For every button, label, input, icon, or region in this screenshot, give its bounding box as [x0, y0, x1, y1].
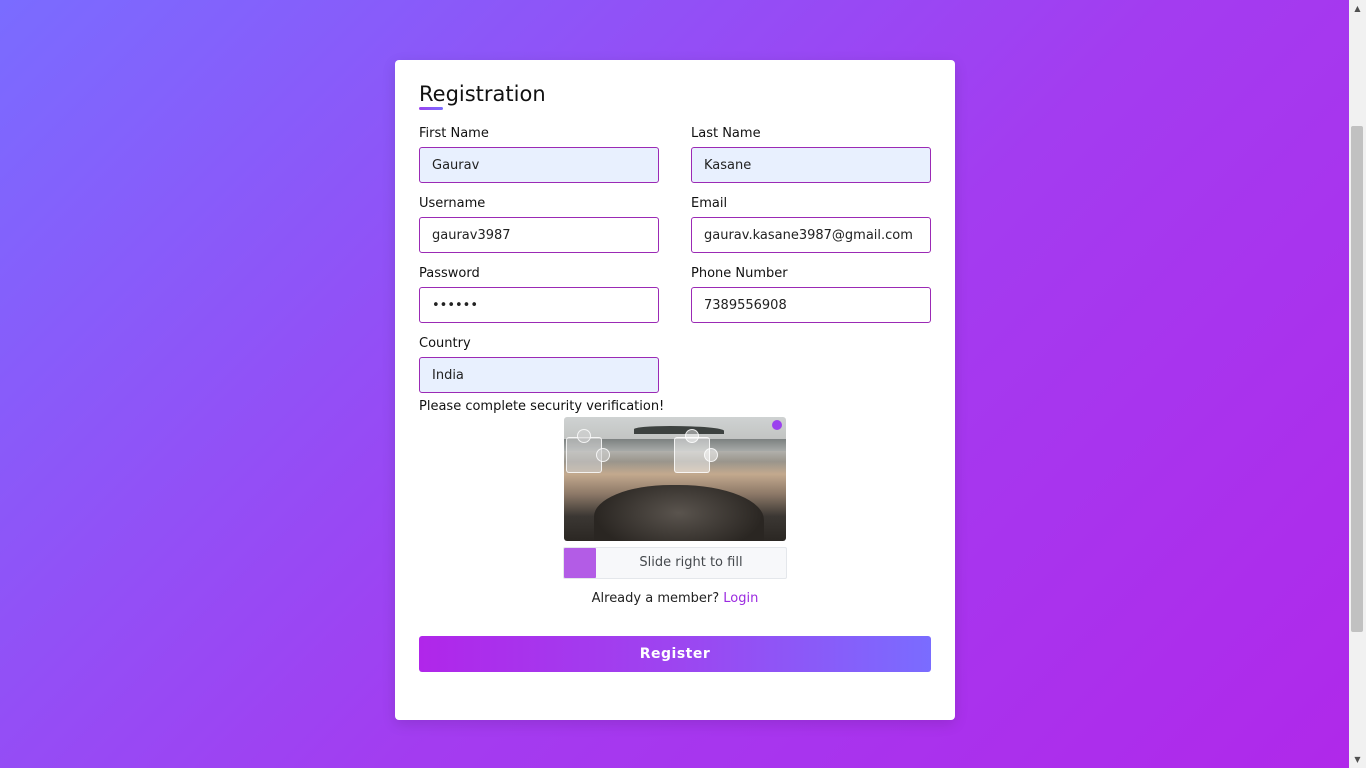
title-underline [419, 107, 443, 110]
last-name-group: Last Name [691, 126, 931, 183]
first-name-group: First Name [419, 126, 659, 183]
country-label: Country [419, 336, 471, 351]
login-link[interactable]: Login [723, 591, 758, 606]
captcha-rock [594, 485, 764, 541]
register-button[interactable]: Register [419, 636, 931, 672]
username-label: Username [419, 196, 486, 211]
phone-group: Phone Number [691, 266, 931, 323]
scroll-down-arrow-icon[interactable]: ▼ [1349, 751, 1366, 768]
captcha-slider[interactable]: Slide right to fill [563, 547, 787, 579]
email-group: Email [691, 196, 931, 253]
first-name-input[interactable] [419, 147, 659, 183]
country-group: Country [419, 336, 659, 393]
password-group: Password [419, 266, 659, 323]
security-verification-message: Please complete security verification! [419, 399, 665, 414]
slider-handle[interactable] [564, 548, 596, 578]
phone-label: Phone Number [691, 266, 788, 281]
last-name-input[interactable] [691, 147, 931, 183]
password-input[interactable] [419, 287, 659, 323]
scroll-thumb[interactable] [1351, 126, 1363, 632]
country-input[interactable] [419, 357, 659, 393]
email-label: Email [691, 196, 728, 211]
password-label: Password [419, 266, 480, 281]
refresh-icon[interactable] [772, 420, 782, 430]
last-name-label: Last Name [691, 126, 761, 141]
registration-card: Registration First Name Last Name Userna… [395, 60, 955, 720]
member-prompt-text: Already a member? [591, 591, 720, 606]
scroll-up-arrow-icon[interactable]: ▲ [1349, 0, 1366, 17]
username-group: Username [419, 196, 659, 253]
captcha-hills [634, 426, 724, 434]
captcha-image [564, 417, 786, 541]
slider-text: Slide right to fill [639, 555, 743, 570]
puzzle-piece-icon[interactable] [566, 429, 610, 473]
login-prompt: Already a member? Login [395, 591, 955, 606]
page-scrollbar[interactable]: ▲ ▼ [1349, 0, 1366, 768]
username-input[interactable] [419, 217, 659, 253]
first-name-label: First Name [419, 126, 489, 141]
puzzle-target-icon [674, 429, 718, 473]
page-title: Registration [419, 82, 546, 106]
phone-input[interactable] [691, 287, 931, 323]
email-input[interactable] [691, 217, 931, 253]
